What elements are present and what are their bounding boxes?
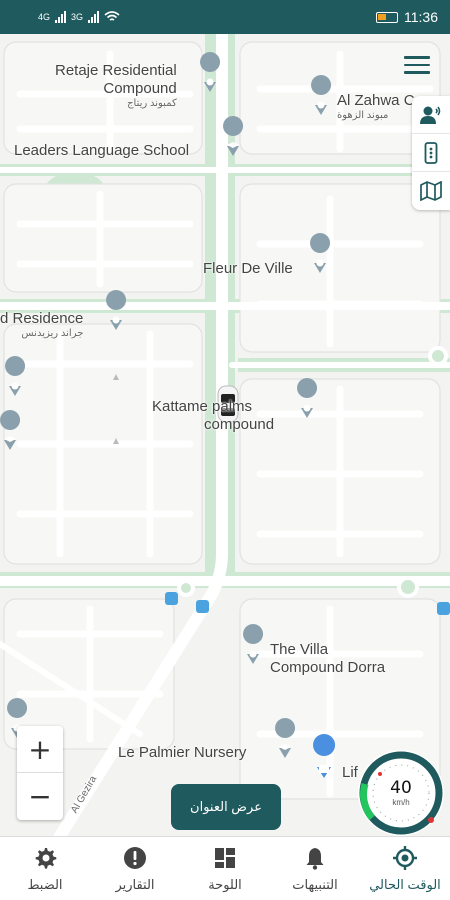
poi-label[interactable]: Kattame palms compound (152, 398, 274, 434)
wifi-icon (104, 11, 120, 21)
map-view[interactable]: Retaje Residential Compound كمبوند ريتاج… (0, 34, 450, 836)
alert-circle-icon (124, 846, 146, 869)
nav-label: التقارير (115, 876, 155, 892)
poi-label[interactable]: The Villa Compound Dorra (270, 641, 385, 677)
zoom-in-button[interactable]: + (17, 726, 63, 773)
map-side-toolbar (412, 96, 450, 210)
nav-live-tracking[interactable]: الوقت الحالي (360, 837, 450, 900)
zoom-out-button[interactable]: − (17, 773, 63, 820)
nav-label: الوقت الحالي (369, 876, 441, 892)
signal-icon (55, 11, 67, 23)
poi-label[interactable]: Leaders Language School (14, 142, 189, 160)
bottom-navigation: الضبط التقارير اللوحة التنبيهات الوقت ال… (0, 836, 450, 900)
device-button[interactable] (412, 134, 450, 172)
nav-reports[interactable]: التقارير (90, 837, 180, 900)
signal-icon (88, 11, 100, 23)
poi-label[interactable]: Retaje Residential Compound كمبوند ريتاج (55, 62, 177, 109)
battery-icon (376, 11, 398, 23)
nav-alerts[interactable]: التنبيهات (270, 837, 360, 900)
sim1-label: 4G (38, 12, 51, 22)
tracker-device-icon (424, 141, 438, 164)
poi-label[interactable]: Le Palmier Nursery (118, 744, 246, 762)
driver-info-button[interactable] (412, 96, 450, 134)
status-bar: 4G 3G 11:36 (0, 0, 450, 34)
gear-icon (35, 847, 57, 869)
nav-label: اللوحة (208, 876, 242, 892)
show-address-button[interactable]: عرض العنوان (171, 784, 281, 830)
map-type-button[interactable] (412, 172, 450, 210)
clock: 11:36 (404, 9, 438, 25)
poi-label[interactable]: d Residence جراند ريزيدنس (0, 310, 83, 339)
speedometer: 40 km/h (356, 748, 446, 838)
user-signal-icon (420, 106, 441, 124)
poi-label[interactable]: Fleur De Ville (203, 260, 293, 278)
nav-label: الضبط (27, 876, 63, 892)
nav-label: التنبيهات (292, 876, 338, 892)
map-icon (420, 181, 442, 201)
dashboard-icon (215, 847, 235, 868)
hamburger-menu-icon[interactable] (404, 56, 430, 76)
location-target-icon (393, 845, 417, 870)
app-screen: 4G 3G 11:36 Retaje Residential Compound … (0, 0, 450, 900)
bell-icon (306, 847, 324, 870)
speed-unit: km/h (392, 798, 410, 807)
signal-indicators: 4G 3G (38, 11, 120, 23)
sim2-label: 3G (71, 12, 84, 22)
nav-dashboard[interactable]: اللوحة (180, 837, 270, 900)
speed-value: 40 (390, 778, 412, 798)
nav-settings[interactable]: الضبط (0, 837, 90, 900)
status-right: 11:36 (376, 9, 438, 25)
zoom-controls: + − (17, 726, 63, 820)
